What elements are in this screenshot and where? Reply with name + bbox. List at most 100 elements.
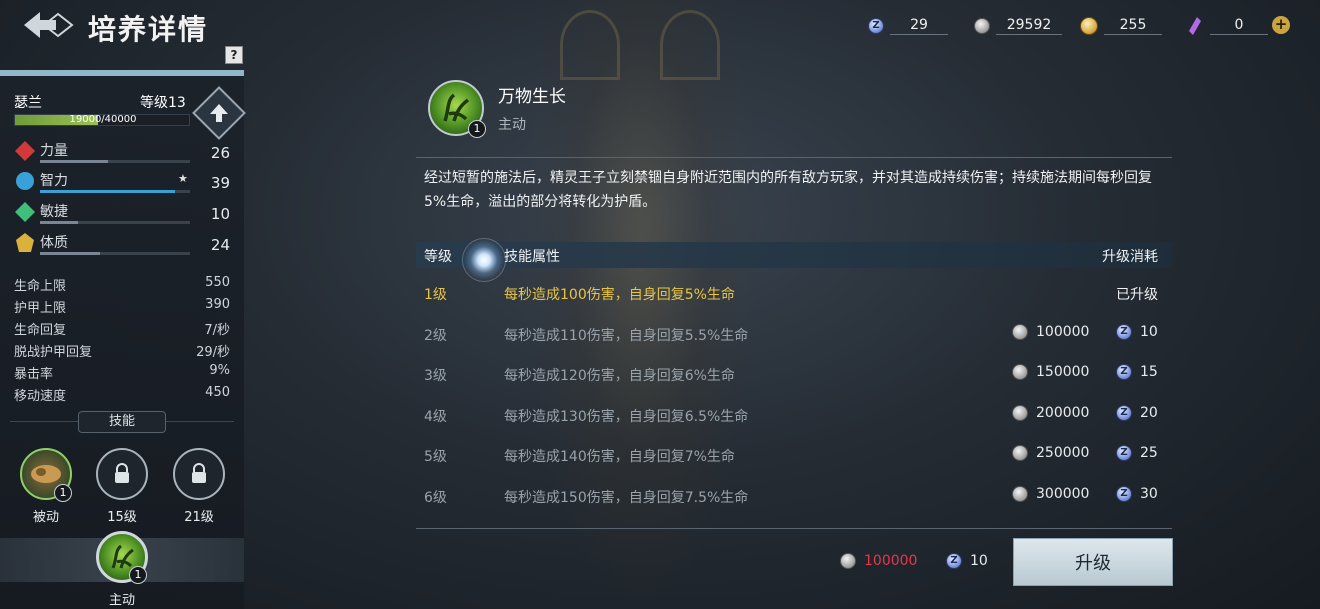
cost-coins-value: 200000 bbox=[1036, 404, 1090, 421]
level-cost-coins: 200000 bbox=[1012, 404, 1090, 421]
stat-value: 550 bbox=[205, 275, 230, 290]
active-skill-icon: 1 bbox=[96, 531, 148, 584]
attribute-row: 体质 24 bbox=[12, 232, 234, 258]
purple-crystal-icon bbox=[1186, 17, 1204, 35]
header-level: 等级 bbox=[424, 249, 452, 265]
upgrade-cost-gems: Z 10 bbox=[946, 553, 988, 569]
exp-bar: 19000/40000 bbox=[14, 114, 190, 126]
cost-gems-value: 20 bbox=[1140, 404, 1158, 421]
attribute-row: 力量 26 bbox=[12, 140, 234, 166]
level-cost-gems: Z 10 bbox=[1116, 323, 1158, 340]
back-button[interactable] bbox=[22, 8, 74, 42]
currency-purple-crystal: 0 bbox=[1186, 14, 1268, 38]
agility-icon bbox=[14, 201, 36, 223]
strength-icon bbox=[14, 140, 36, 162]
attribute-bar bbox=[40, 221, 190, 224]
skill-type: 主动 bbox=[498, 117, 526, 133]
stat-row: 移动速度 450 bbox=[14, 385, 230, 405]
currency-value: 29592 bbox=[996, 17, 1062, 35]
cost-coins-value: 100000 bbox=[864, 553, 918, 569]
blue-gem-icon: Z bbox=[946, 553, 962, 569]
antler-left bbox=[560, 10, 620, 80]
stat-label: 暴击率 bbox=[14, 367, 54, 382]
currency-blue-gem: Z 29 bbox=[868, 14, 948, 38]
skill-slot-locked-21[interactable]: 21级 bbox=[171, 448, 227, 525]
skill-level-badge: 1 bbox=[129, 566, 147, 584]
level-cost-gems: Z 20 bbox=[1116, 404, 1158, 421]
exp-text: 19000/40000 bbox=[69, 114, 137, 125]
stat-value: 390 bbox=[205, 297, 230, 312]
antler-right bbox=[660, 10, 720, 80]
stat-label: 脱战护甲回复 bbox=[14, 345, 93, 360]
upgrade-cost-coins: 100000 bbox=[840, 553, 917, 569]
skill-slot-label: 被动 bbox=[32, 510, 59, 525]
attribute-label: 体质 bbox=[40, 235, 68, 251]
stat-row: 生命上限 550 bbox=[14, 275, 230, 295]
skill-slot-passive[interactable]: 1 被动 bbox=[18, 448, 74, 525]
level-row: 3级 每秒造成120伤害，自身回复6%生命 150000 Z 15 bbox=[416, 355, 1172, 395]
level-cost-coins: 300000 bbox=[1012, 486, 1089, 502]
blue-gem-icon: Z bbox=[868, 18, 884, 34]
level-up-button[interactable] bbox=[192, 86, 246, 140]
level-row: 5级 每秒造成140伤害，自身回复7%生命 250000 Z 25 bbox=[416, 436, 1172, 476]
attribute-bar-fill bbox=[40, 160, 108, 163]
constitution-icon bbox=[14, 232, 36, 254]
level-label: 5级 bbox=[424, 449, 447, 466]
cost-gems-value: 30 bbox=[1140, 486, 1158, 502]
stat-label: 护甲上限 bbox=[14, 301, 67, 316]
upgrade-button[interactable]: 升级 bbox=[1013, 538, 1173, 586]
attribute-bar bbox=[40, 160, 190, 163]
level-label: 2级 bbox=[424, 327, 447, 344]
attribute-bar bbox=[40, 252, 190, 255]
level-row: 6级 每秒造成150伤害，自身回复7.5%生命 300000 Z 30 bbox=[416, 477, 1172, 517]
intelligence-icon bbox=[14, 170, 36, 192]
skill-detail-icon: 1 bbox=[428, 80, 486, 138]
level-cost-coins: 100000 bbox=[1012, 323, 1090, 340]
stat-value: 7/秒 bbox=[204, 323, 230, 338]
divider bbox=[416, 528, 1172, 529]
header-cost: 升级消耗 bbox=[1102, 249, 1158, 265]
level-label: 3级 bbox=[424, 368, 447, 385]
star-icon: ★ bbox=[178, 172, 188, 185]
stat-row: 脱战护甲回复 29/秒 bbox=[14, 341, 230, 361]
silver-coin-icon bbox=[1012, 486, 1028, 502]
attribute-bar bbox=[40, 190, 190, 193]
stat-label: 生命上限 bbox=[14, 279, 67, 294]
growth-skill-icon bbox=[443, 93, 470, 122]
level-row: 4级 每秒造成130伤害，自身回复6.5%生命 200000 Z 20 bbox=[416, 396, 1172, 436]
stat-value: 450 bbox=[205, 385, 230, 400]
skill-slot-locked-15[interactable]: 15级 bbox=[94, 448, 150, 525]
skill-slot-label: 主动 bbox=[108, 593, 135, 608]
passive-skill-icon: 1 bbox=[20, 448, 72, 502]
skill-slot-active[interactable]: 1 主动 bbox=[94, 531, 150, 608]
attribute-row: 敏捷 10 bbox=[12, 201, 234, 227]
blue-gem-icon: Z bbox=[1116, 404, 1132, 421]
add-currency-button[interactable]: + bbox=[1272, 16, 1290, 34]
blue-gem-icon: Z bbox=[1116, 323, 1132, 340]
level-attribute: 每秒造成110伤害，自身回复5.5%生命 bbox=[504, 327, 749, 344]
level-cost-gems: Z 15 bbox=[1116, 364, 1158, 381]
skills-section-label: 技能 bbox=[78, 411, 166, 433]
level-row: 2级 每秒造成110伤害，自身回复5.5%生命 100000 Z 10 bbox=[416, 315, 1172, 355]
stat-label: 移动速度 bbox=[14, 389, 67, 404]
silver-coin-icon bbox=[1012, 364, 1028, 381]
attribute-bar-fill bbox=[40, 190, 175, 193]
cost-gems-value: 10 bbox=[970, 553, 988, 569]
hero-panel: 瑟兰 等级13 19000/40000 力量 26 智力 ★ 39 敏捷 10 体质 24 生命… bbox=[0, 70, 246, 609]
currency-silver-coin: 29592 bbox=[974, 14, 1062, 38]
blue-gem-icon: Z bbox=[1116, 364, 1132, 381]
silver-coin-icon bbox=[1012, 323, 1028, 340]
hero-name: 瑟兰 bbox=[14, 95, 42, 111]
level-attribute: 每秒造成100伤害，自身回复5%生命 bbox=[504, 287, 735, 303]
help-button[interactable]: ? bbox=[225, 46, 243, 64]
cost-gems-value: 15 bbox=[1140, 364, 1158, 381]
attribute-bar-fill bbox=[40, 221, 78, 224]
level-table-header: 等级 技能属性 升级消耗 bbox=[416, 242, 1172, 268]
level-label: 6级 bbox=[424, 490, 447, 506]
skill-slot-label: 21级 bbox=[184, 510, 214, 525]
cost-coins-value: 100000 bbox=[1036, 323, 1090, 340]
level-cost-gems: Z 30 bbox=[1116, 486, 1158, 502]
level-attribute: 每秒造成120伤害，自身回复6%生命 bbox=[504, 368, 735, 385]
arrow-up-icon bbox=[210, 104, 228, 122]
level-cost-coins: 250000 bbox=[1012, 445, 1089, 462]
